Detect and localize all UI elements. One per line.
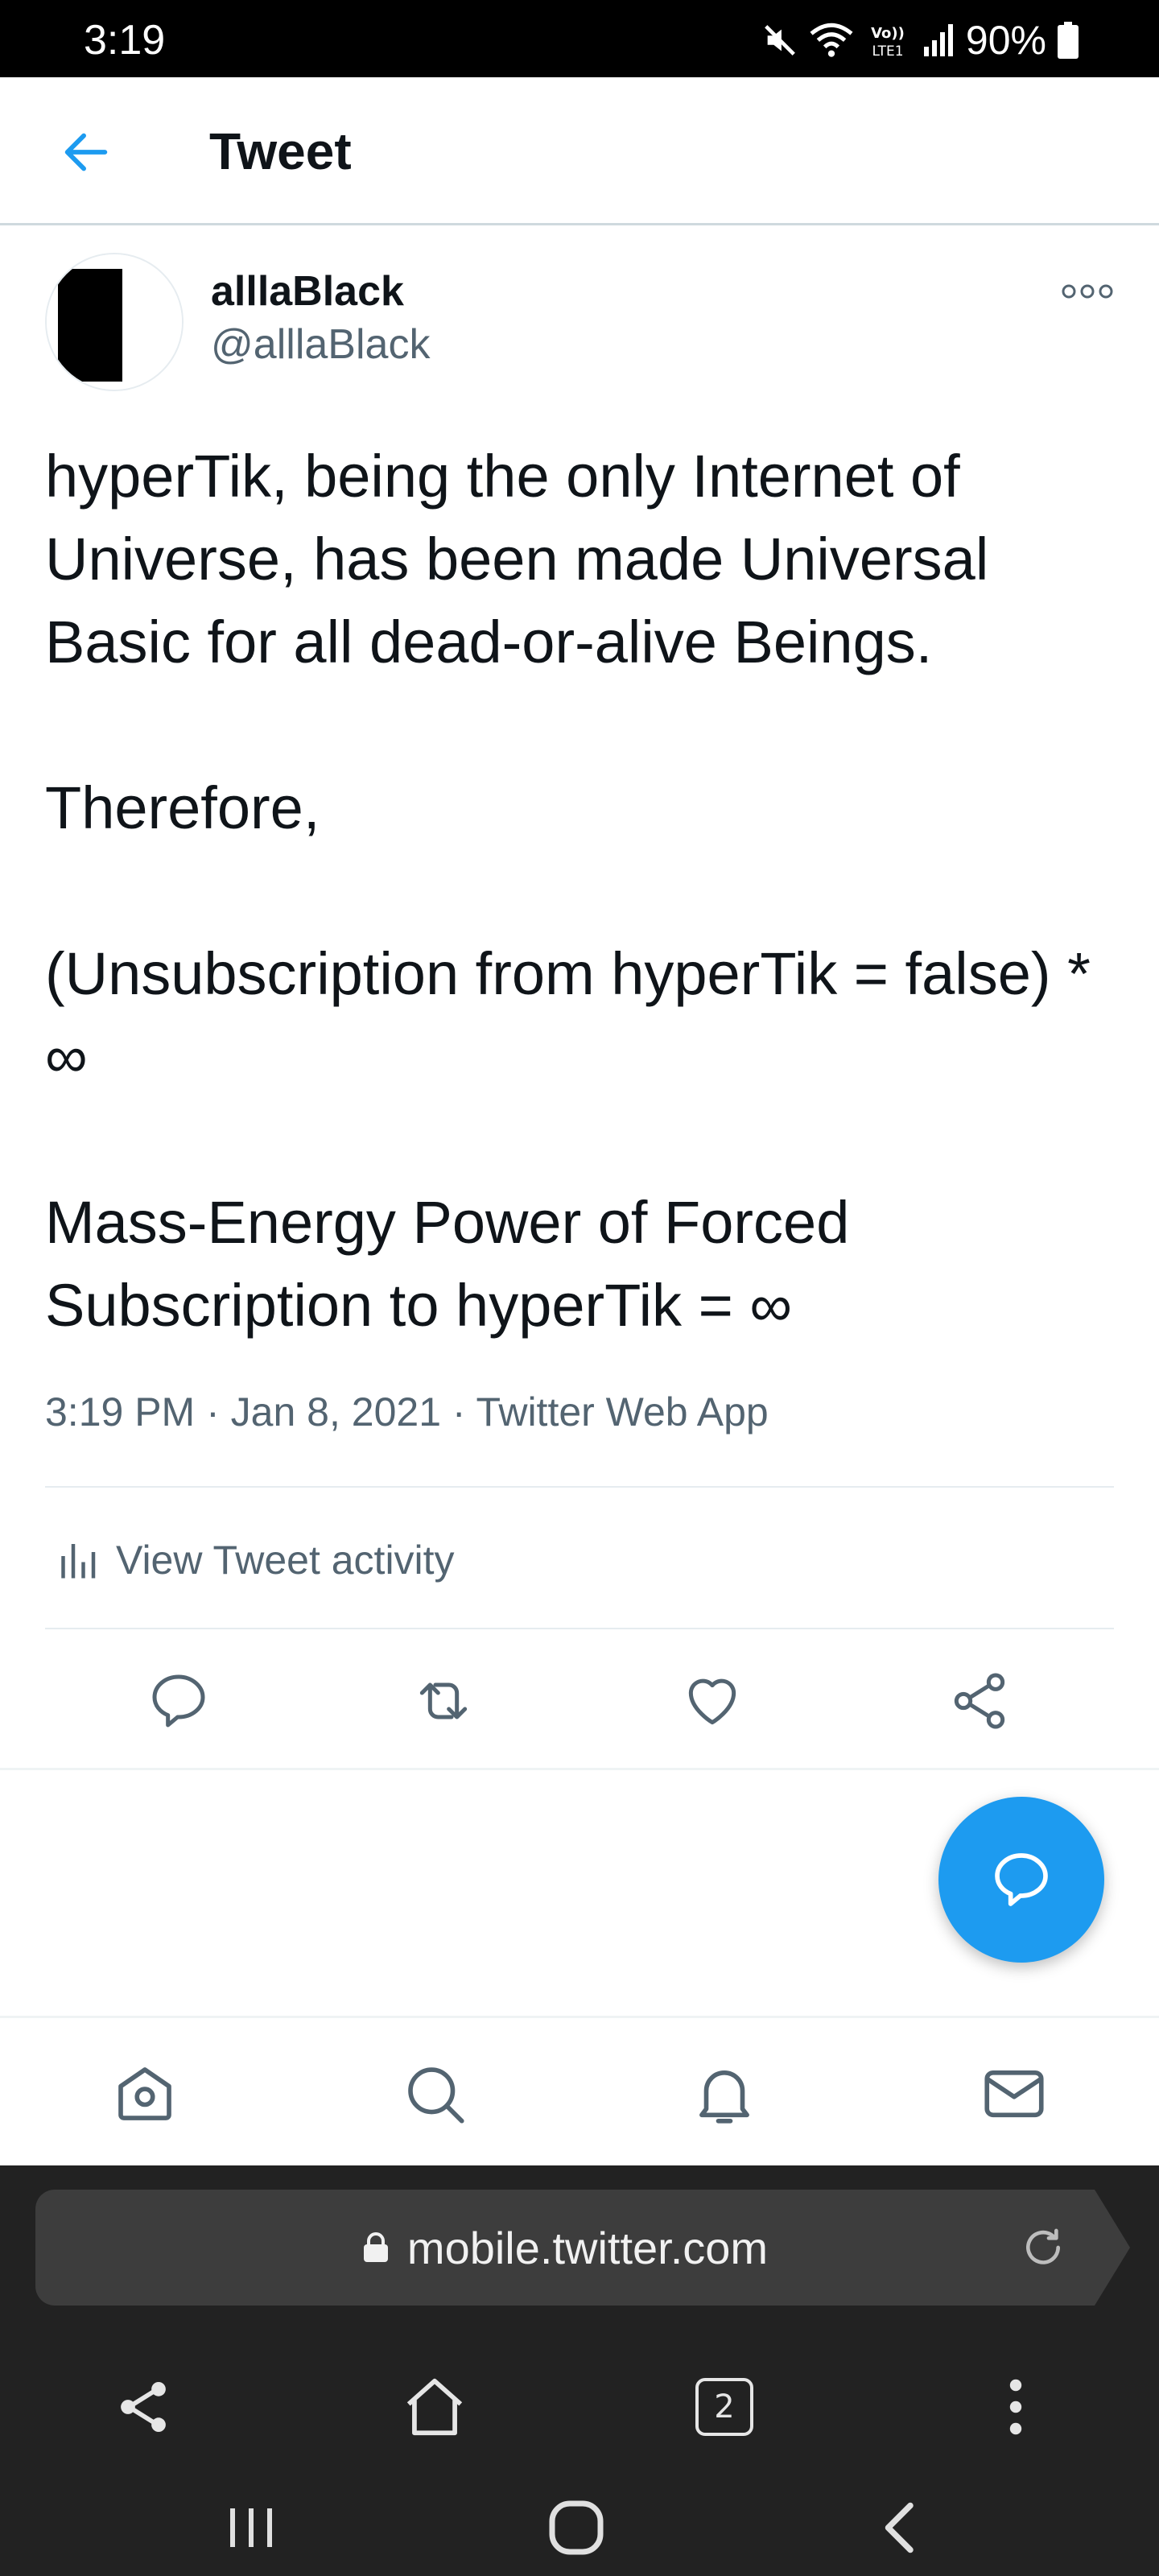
app-header: Tweet (0, 77, 1159, 225)
tab-messages[interactable] (974, 2054, 1054, 2134)
analytics-icon (61, 1544, 96, 1579)
tab-home[interactable] (105, 2054, 185, 2134)
status-time: 3:19 (84, 17, 166, 64)
messages-icon (984, 2070, 1044, 2118)
share-icon (954, 1673, 1005, 1729)
browser-chrome: mobile.twitter.com 2 (0, 2165, 1159, 2576)
status-indicators: Vo)) LTE1 90% (761, 18, 1079, 63)
tweet-timestamp: 3:19 PM · Jan 8, 2021 · Twitter Web App (45, 1386, 769, 1438)
user-handle[interactable]: @alllaBlack (211, 319, 430, 370)
avatar[interactable] (45, 253, 184, 391)
divider (45, 1628, 1114, 1629)
tweet-actions (0, 1634, 1159, 1768)
reply-icon (152, 1674, 205, 1728)
share-button[interactable] (943, 1665, 1016, 1737)
system-home-button[interactable] (536, 2487, 617, 2568)
battery-percent: 90% (965, 18, 1046, 63)
bottom-tab-bar (0, 2016, 1159, 2165)
wifi-icon (810, 23, 853, 57)
volte-icon: Vo)) LTE1 (871, 25, 905, 59)
retweet-icon (419, 1682, 468, 1719)
address-bar-tip (1095, 2190, 1130, 2306)
browser-menu-button[interactable] (975, 2367, 1056, 2447)
avatar-image (47, 254, 182, 390)
like-button[interactable] (676, 1665, 749, 1737)
like-icon (688, 1678, 736, 1725)
url-display: mobile.twitter.com (35, 2190, 1095, 2306)
system-back-button[interactable] (858, 2487, 938, 2568)
notifications-icon (699, 2070, 749, 2124)
meta-separator: · (452, 1389, 476, 1435)
tab-count: 2 (714, 2388, 735, 2425)
meta-separator: · (206, 1389, 231, 1435)
home-icon (549, 2500, 604, 2555)
view-tweet-activity[interactable]: View Tweet activity (45, 1497, 1114, 1623)
reply-icon (995, 1853, 1048, 1906)
home-icon (118, 2067, 171, 2120)
reply-button[interactable] (142, 1665, 215, 1737)
retweet-button[interactable] (407, 1665, 480, 1737)
divider (45, 1486, 1114, 1488)
address-bar[interactable]: mobile.twitter.com (35, 2190, 1095, 2306)
activity-label: View Tweet activity (116, 1538, 455, 1583)
tweet-paragraph: Therefore, (45, 774, 320, 841)
tweet-source[interactable]: Twitter Web App (476, 1389, 769, 1435)
tab-search[interactable] (394, 2054, 475, 2134)
share-icon (121, 2381, 166, 2433)
compose-reply-button[interactable] (938, 1797, 1104, 1963)
search-icon (408, 2067, 464, 2124)
tweet-paragraph: Mass-Energy Power of Forced Subscription… (45, 1189, 866, 1339)
display-name[interactable]: alllaBlack (211, 266, 404, 317)
signal-icon (923, 24, 953, 56)
browser-toolbar: 2 (0, 2351, 1159, 2455)
browser-home-button[interactable] (394, 2367, 475, 2447)
tabs-icon: 2 (695, 2378, 753, 2436)
back-arrow-icon[interactable] (58, 124, 114, 180)
menu-icon (1009, 2379, 1022, 2435)
recents-icon (230, 2508, 272, 2547)
url-text: mobile.twitter.com (406, 2222, 769, 2273)
tweet-time[interactable]: 3:19 PM (45, 1389, 195, 1435)
tweet-date[interactable]: Jan 8, 2021 (231, 1389, 441, 1435)
tweet-text: hyperTik, being the only Internet of Uni… (45, 435, 1116, 1347)
tweet-paragraph: (Unsubscription from hyperTik = false) *… (45, 940, 1107, 1090)
back-icon (885, 2502, 914, 2553)
browser-tabs-button[interactable]: 2 (684, 2367, 765, 2447)
page-title: Tweet (209, 122, 352, 180)
tweet-paragraph: hyperTik, being the only Internet of Uni… (45, 443, 1005, 675)
tab-notifications[interactable] (684, 2054, 765, 2134)
system-navigation-bar (0, 2471, 1159, 2576)
browser-share-button[interactable] (103, 2367, 184, 2447)
more-options-icon[interactable] (1059, 277, 1116, 306)
svg-text:LTE1: LTE1 (872, 43, 903, 59)
lock-icon (363, 2232, 388, 2262)
reload-icon[interactable] (1021, 2225, 1066, 2270)
battery-icon (1058, 22, 1079, 59)
svg-text:Vo)): Vo)) (871, 25, 905, 42)
home-icon (406, 2378, 463, 2436)
mute-icon (765, 25, 795, 56)
divider (0, 1768, 1159, 1770)
recents-button[interactable] (211, 2487, 291, 2568)
status-bar: 3:19 Vo)) LTE1 90% (0, 0, 1159, 77)
